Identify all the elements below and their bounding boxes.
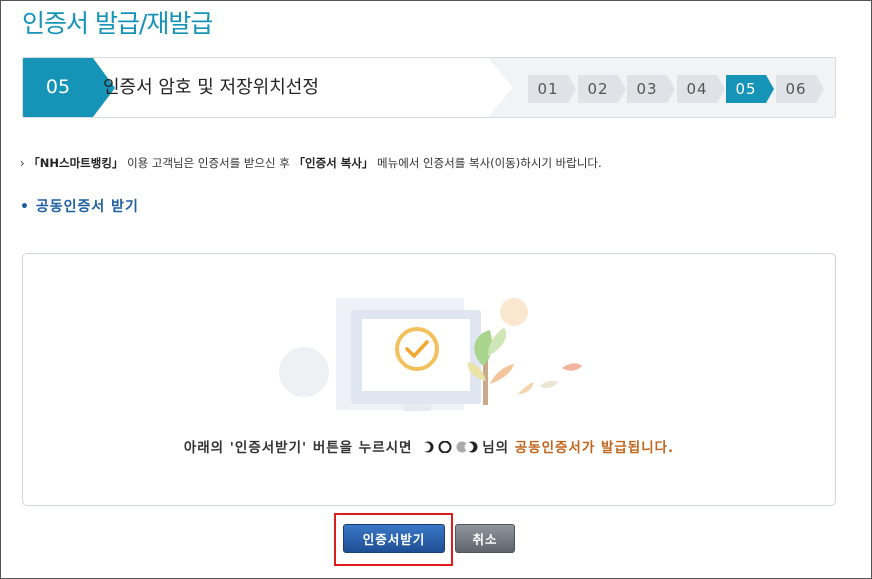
certificate-illustration [279, 298, 582, 411]
name-mask-shape [421, 440, 478, 454]
cancel-button[interactable]: 취소 [455, 524, 515, 553]
masked-user-name [418, 440, 482, 454]
current-step-number: 05 [23, 58, 93, 117]
step-06: 06 [776, 75, 824, 103]
deco-circle-left [279, 347, 329, 397]
notice-text-1: 이용 고객님은 인증서를 받으신 후 [123, 156, 294, 170]
current-step-title: 인증서 암호 및 저장위치선정 [103, 77, 319, 98]
check-badge-icon [395, 327, 439, 371]
annotation-highlight-box [334, 513, 453, 566]
certificate-content-box: 아래의 '인증서받기' 버튼을 누르시면 님의 공동인증서가 발급됩니다. [22, 253, 836, 506]
message-highlight: 공동인증서가 발급됩니다. [514, 440, 675, 456]
step-05: 05 [726, 75, 774, 103]
notice-bullet: › [20, 156, 25, 170]
section-title: • 공동인증서 받기 [20, 199, 139, 215]
page-title: 인증서 발급/재발급 [22, 9, 213, 38]
step-01: 01 [528, 75, 576, 103]
notice-text-2: 메뉴에서 인증서를 복사(이동)하시기 바랍니다. [373, 156, 602, 170]
notice-text: › 「NH스마트뱅킹」 이용 고객님은 인증서를 받으신 후 「인증서 복사」 … [20, 155, 602, 171]
step-04: 04 [677, 75, 725, 103]
leaf-orange-1 [490, 364, 514, 384]
notice-menu-name: 「인증서 복사」 [293, 156, 374, 170]
step-03: 03 [627, 75, 675, 103]
monitor-stand [403, 404, 431, 411]
message-text-1: 아래의 '인증서받기' 버튼을 누르시면 [183, 440, 419, 456]
step-progress-bar: 05 인증서 암호 및 저장위치선정 01 02 03 04 05 06 [22, 57, 836, 118]
leaf-red [562, 363, 582, 371]
notice-app-name: 「NH스마트뱅킹」 [28, 156, 124, 170]
deco-circle-orange [500, 298, 528, 326]
message-text-2: 님의 [482, 440, 515, 456]
step-02: 02 [578, 75, 626, 103]
leaf-beige [540, 380, 558, 389]
issue-message: 아래의 '인증서받기' 버튼을 누르시면 님의 공동인증서가 발급됩니다. [23, 436, 835, 456]
leaf-orange-2 [518, 382, 534, 394]
